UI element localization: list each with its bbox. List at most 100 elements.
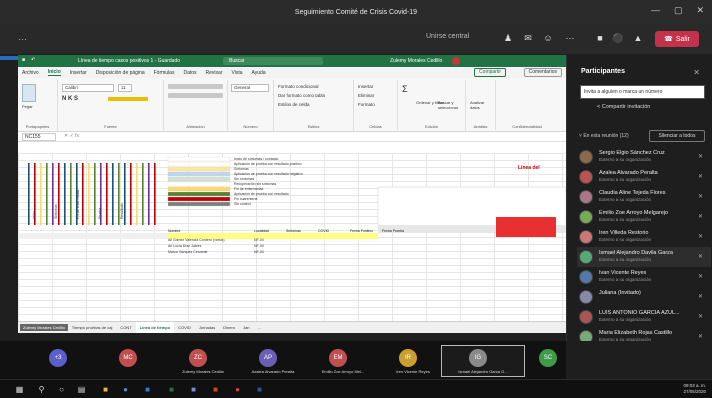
font-name-select[interactable]: Calibri bbox=[62, 84, 114, 92]
excel-menu-item[interactable]: Insertar bbox=[70, 70, 87, 76]
edge-icon[interactable]: ● bbox=[120, 384, 131, 395]
participant-item[interactable]: Sergio Elgio Sánchez Cruz Externo a su or… bbox=[577, 147, 711, 167]
excel-icon[interactable]: ■ bbox=[166, 384, 177, 395]
excel-titlebar: ■ ↶ Línea de tiempo casos positivos 1 - … bbox=[18, 55, 566, 67]
mute-all-button[interactable]: Silenciar a todos bbox=[649, 130, 705, 142]
chrome-icon[interactable]: ● bbox=[232, 384, 243, 395]
invite-input[interactable]: Invita a alguien o marca un número bbox=[580, 85, 705, 99]
close-icon[interactable]: ✕ bbox=[696, 5, 704, 16]
word-icon[interactable]: ■ bbox=[254, 384, 265, 395]
sheet-tab[interactable]: CONT bbox=[116, 325, 135, 330]
participant-item[interactable]: Claudia Aline Tejeda Flores Externo a su … bbox=[577, 187, 711, 207]
sheet-tab[interactable]: COVID bbox=[174, 325, 195, 330]
sheet-grid[interactable]: Inicio de síntomas / contacto Aplicación … bbox=[18, 153, 566, 321]
cell-styles-button[interactable]: Estilos de celda bbox=[278, 102, 310, 107]
excel-menu-item[interactable]: Revisar bbox=[206, 70, 223, 76]
ribbon-caption-analysis: Análisis bbox=[473, 124, 488, 129]
excel-menu-item[interactable]: Datos bbox=[183, 70, 196, 76]
task-view-icon[interactable]: ○ bbox=[56, 384, 67, 395]
ribbon-group-font: Calibri 11 N K S Fuente bbox=[58, 80, 164, 130]
number-format-select[interactable]: General bbox=[231, 84, 269, 92]
quick-access: ■ ↶ bbox=[22, 57, 35, 63]
conditional-format-button[interactable]: Formato condicional bbox=[278, 84, 319, 89]
share-screen-icon[interactable]: ▲ bbox=[630, 31, 646, 45]
excel-menu-item[interactable]: Vista bbox=[231, 70, 242, 76]
table-row[interactable]: Marco Vázquez Cervante NF-04 bbox=[168, 249, 350, 255]
sheet-tab[interactable]: ... bbox=[254, 325, 265, 330]
ribbon-group-number: General Número bbox=[228, 80, 274, 130]
analyze-data-button[interactable]: Analizar datos bbox=[470, 100, 495, 110]
delete-cells-button[interactable]: Eliminar bbox=[358, 93, 374, 98]
file-explorer-icon[interactable]: ■ bbox=[100, 384, 111, 395]
paste-icon[interactable] bbox=[22, 84, 36, 102]
name-box[interactable]: NC155 bbox=[22, 133, 56, 141]
participant-item[interactable]: Juliana (Invitado) ✕ bbox=[577, 287, 711, 307]
participant-item[interactable]: Iren Villeda Restorio Externo a su organi… bbox=[577, 227, 711, 247]
more-dots-icon[interactable]: ⋯ bbox=[18, 34, 27, 45]
ribbon-caption-styles: Estilos bbox=[307, 124, 320, 129]
fill-color-icon[interactable] bbox=[108, 97, 148, 101]
format-as-table-button[interactable]: Dar formato como tabla bbox=[278, 93, 325, 98]
excel-menu-item[interactable]: Archivo bbox=[22, 70, 39, 76]
more-actions-icon[interactable]: ⋯ bbox=[562, 31, 578, 45]
column-header: Fecha Positivo bbox=[350, 229, 373, 233]
share-invite-button[interactable]: < Compartir invitación bbox=[597, 104, 650, 110]
participant-item[interactable]: Emilio Zoe Arroyo Melgarejo Externo a su … bbox=[577, 207, 711, 227]
excel-menu-item[interactable]: Disposición de página bbox=[96, 70, 145, 76]
legend-swatch bbox=[167, 201, 231, 207]
rotated-label: Resultado bbox=[120, 203, 124, 219]
clock-date: 27/05/2020 bbox=[683, 389, 706, 394]
fx-icon[interactable]: ✕ ✓ fx bbox=[64, 133, 79, 139]
find-select-button[interactable]: Buscar y seleccionar bbox=[438, 100, 465, 110]
bold-icon[interactable]: N K S bbox=[62, 96, 78, 102]
outlook-icon[interactable]: ■ bbox=[142, 384, 153, 395]
reactions-icon[interactable]: ☺ bbox=[540, 31, 556, 45]
avatar bbox=[579, 150, 593, 164]
avatar bbox=[579, 210, 593, 224]
share-button[interactable]: Compartir bbox=[474, 68, 506, 77]
microphone-icon[interactable]: ⚫ bbox=[610, 31, 626, 45]
participant-org: Externo a su organización bbox=[599, 197, 652, 202]
rotated-label: Inicio bbox=[32, 210, 36, 219]
sheet-tab[interactable]: Dinero bbox=[219, 325, 239, 330]
participant-item[interactable]: Azalea Alvarado Peralta Externo a su orga… bbox=[577, 167, 711, 187]
leave-button[interactable]: ☎ Salir bbox=[655, 31, 699, 47]
windows-start-icon[interactable]: ▦ bbox=[14, 384, 25, 395]
excel-menu-item[interactable]: Ayuda bbox=[252, 70, 266, 76]
avatar bbox=[579, 270, 593, 284]
chat-icon[interactable]: ✉ bbox=[520, 31, 536, 45]
excel-search[interactable]: Buscar bbox=[223, 57, 323, 65]
excel-menu-item[interactable]: Inicio bbox=[47, 69, 61, 76]
participant-org: Externo a su organización bbox=[599, 277, 652, 282]
sheet-tab[interactable]: Línea de tiempo bbox=[135, 321, 175, 333]
in-meeting-section[interactable]: ˅ En esta reunión (12) bbox=[579, 133, 629, 139]
save-icon[interactable]: ■ bbox=[22, 57, 25, 63]
sheet-tab[interactable]: Tiempo pruebas de caj bbox=[68, 325, 117, 330]
excel-menu-item[interactable]: Fórmulas bbox=[154, 70, 175, 76]
autosum-icon[interactable]: Σ bbox=[402, 84, 408, 94]
format-cells-button[interactable]: Formato bbox=[358, 102, 375, 107]
widgets-icon[interactable]: ▤ bbox=[76, 384, 87, 395]
powerpoint-icon[interactable]: ■ bbox=[210, 384, 221, 395]
search-icon[interactable]: ⚲ bbox=[36, 384, 47, 395]
sheet-tab[interactable]: Jan bbox=[239, 325, 253, 330]
sheet-tab[interactable]: Jornadas bbox=[195, 325, 219, 330]
mic-muted-icon: ✕ bbox=[697, 274, 703, 280]
legend-swatch bbox=[167, 161, 231, 167]
insert-cells-button[interactable]: Insertar bbox=[358, 84, 373, 89]
participant-item[interactable]: Ismael Alejandro Davila Garza Externo a s… bbox=[577, 247, 711, 267]
camera-icon[interactable]: ■ bbox=[592, 31, 608, 45]
system-tray[interactable]: 09:03 a. m. 27/05/2020 bbox=[683, 383, 706, 395]
comments-button[interactable]: Comentarios bbox=[523, 68, 562, 77]
participant-item[interactable]: Ivan Vicente Reyes Externo a su organizac… bbox=[577, 267, 711, 287]
minimize-icon[interactable]: — bbox=[651, 5, 660, 16]
maximize-icon[interactable]: ▢ bbox=[674, 5, 683, 16]
excel-user-avatar[interactable] bbox=[452, 57, 460, 65]
teams-icon[interactable]: ■ bbox=[188, 384, 199, 395]
font-size-select[interactable]: 11 bbox=[118, 84, 132, 92]
undo-icon[interactable]: ↶ bbox=[31, 57, 35, 63]
participant-item[interactable]: LUIS ANTONIO GARCIA AZUL... Externo a su … bbox=[577, 307, 711, 327]
participants-icon[interactable]: ♟ bbox=[500, 31, 516, 45]
close-panel-icon[interactable]: ✕ bbox=[693, 68, 700, 77]
excel-user-name: Zulemy Morales Cedillo bbox=[390, 58, 443, 64]
